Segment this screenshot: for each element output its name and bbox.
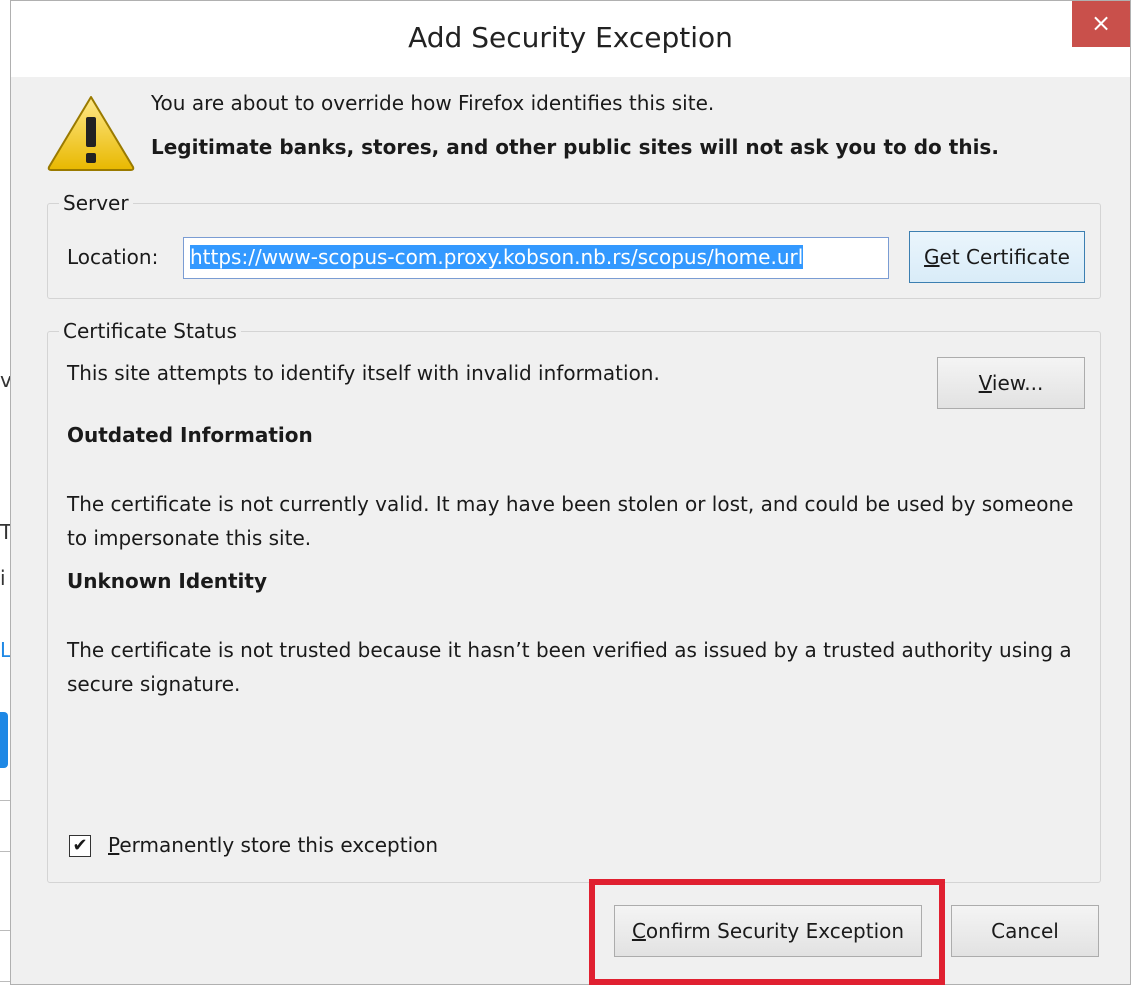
get-certificate-label: et Certificate	[939, 245, 1070, 269]
confirm-label: onfirm Security Exception	[645, 919, 905, 943]
dialog-titlebar[interactable]: Add Security Exception ×	[11, 1, 1130, 77]
background-blue-bar	[0, 712, 8, 768]
dialog-title: Add Security Exception	[408, 21, 733, 54]
unknown-identity-heading: Unknown Identity	[67, 569, 268, 593]
permanently-store-checkbox[interactable]: ✔	[69, 835, 91, 857]
certificate-status-summary: This site attempts to identify itself wi…	[67, 361, 660, 385]
unknown-identity-text: The certificate is not trusted because i…	[67, 638, 1072, 696]
cancel-button[interactable]: Cancel	[951, 905, 1099, 957]
warning-triangle-icon	[47, 96, 135, 171]
get-certificate-accesskey: G	[924, 245, 940, 269]
close-icon: ×	[1090, 9, 1112, 37]
location-input-value: https://www-scopus-com.proxy.kobson.nb.r…	[190, 245, 804, 269]
confirm-accesskey: C	[631, 919, 646, 943]
screenshot-stage: v T i L Add Security Exception × You are…	[0, 0, 1131, 990]
intro-warning-text: Legitimate banks, stores, and other publ…	[151, 135, 999, 159]
intro-text: You are about to override how Firefox id…	[151, 91, 715, 115]
location-input[interactable]: https://www-scopus-com.proxy.kobson.nb.r…	[183, 237, 889, 279]
background-text-fragment: i	[0, 566, 6, 590]
confirm-security-exception-button[interactable]: Confirm Security Exception	[614, 905, 922, 957]
server-group-label: Server	[59, 191, 133, 215]
certificate-status-group-label: Certificate Status	[59, 319, 241, 343]
add-security-exception-dialog: Add Security Exception × You are about t…	[10, 0, 1131, 985]
checkmark-icon: ✔	[72, 835, 88, 856]
outdated-information-text: The certificate is not currently valid. …	[67, 492, 1074, 550]
close-button[interactable]: ×	[1072, 1, 1130, 47]
view-label: iew...	[991, 371, 1044, 395]
outdated-information-heading: Outdated Information	[67, 423, 313, 447]
view-certificate-button[interactable]: View...	[937, 357, 1085, 409]
permanently-store-text: ermanently store this exception	[119, 833, 439, 857]
certificate-status-group	[47, 331, 1101, 883]
permanently-store-label[interactable]: Permanently store this exception	[108, 833, 438, 857]
get-certificate-button[interactable]: Get Certificate	[909, 231, 1085, 283]
location-label: Location:	[67, 245, 159, 269]
view-accesskey: V	[978, 371, 992, 395]
permanently-store-accesskey: P	[108, 833, 120, 857]
